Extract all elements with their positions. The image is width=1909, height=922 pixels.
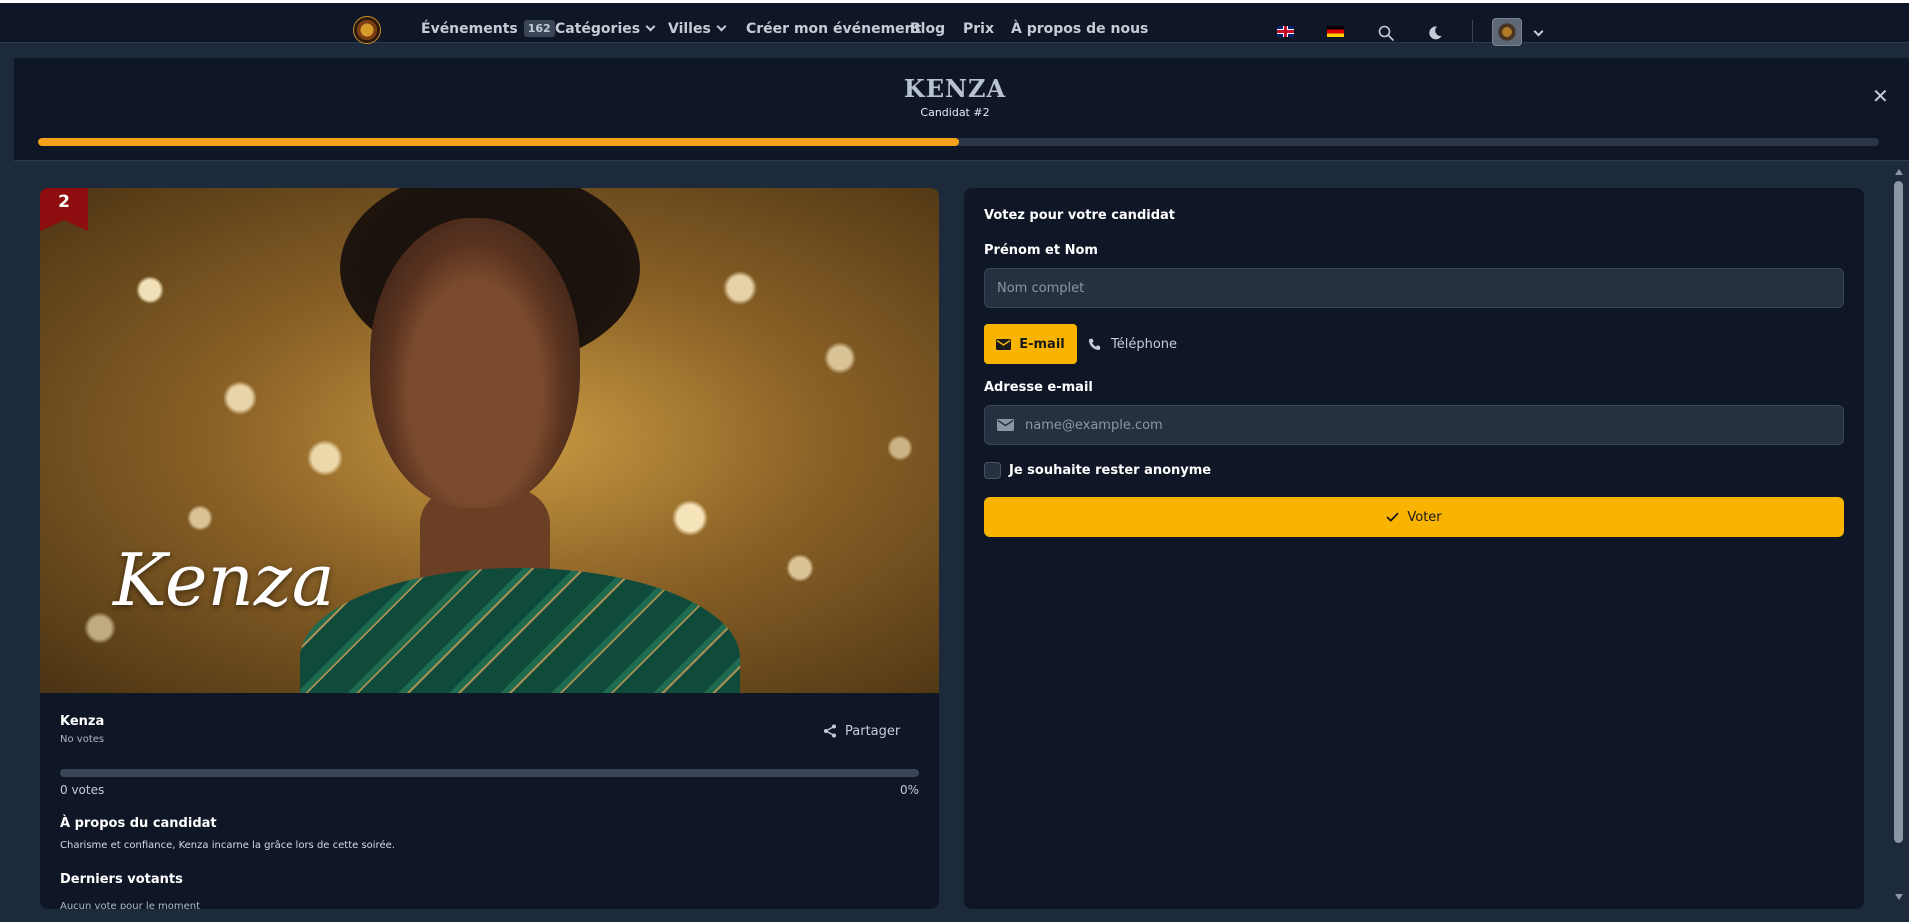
page-title: KENZA bbox=[903, 74, 1007, 103]
tab-phone[interactable]: Téléphone bbox=[1088, 324, 1177, 364]
tab-phone-label: Téléphone bbox=[1111, 336, 1178, 352]
recent-voters-empty: Aucun vote pour le moment bbox=[60, 901, 201, 909]
top-navbar: Événements 162 Catégories Villes Créer mo… bbox=[0, 0, 1909, 46]
de-flag-icon[interactable] bbox=[1327, 26, 1344, 37]
moon-icon[interactable] bbox=[1427, 25, 1443, 41]
nav-item-label: Prix bbox=[963, 21, 994, 37]
share-label: Partager bbox=[845, 723, 901, 739]
candidate-subtitle: Candidat #2 bbox=[920, 106, 990, 119]
nav-item-label: Catégories bbox=[555, 21, 641, 37]
nav-item-label: À propos de nous bbox=[1011, 21, 1149, 37]
about-text: Charisme et confiance, Kenza incarne la … bbox=[60, 840, 395, 851]
candidate-votes-status: No votes bbox=[60, 734, 105, 745]
vote-button[interactable]: Voter bbox=[984, 497, 1844, 537]
search-icon[interactable] bbox=[1378, 25, 1394, 41]
votes-percentage: 0% bbox=[899, 783, 919, 797]
phone-icon bbox=[1088, 338, 1101, 350]
tab-email[interactable]: E-mail bbox=[984, 324, 1077, 364]
candidate-card: Kenza 2 Kenza No votes Partager 0 votes … bbox=[40, 188, 939, 909]
scroll-up-icon[interactable] bbox=[1895, 169, 1903, 175]
progress-fill bbox=[38, 138, 959, 146]
chevron-down-icon[interactable] bbox=[1533, 26, 1544, 37]
about-title: À propos du candidat bbox=[60, 816, 217, 831]
anonymous-checkbox[interactable] bbox=[984, 462, 1001, 479]
name-label: Prénom et Nom bbox=[984, 243, 1098, 258]
name-input[interactable] bbox=[984, 268, 1844, 308]
vote-button-label: Voter bbox=[1407, 509, 1442, 525]
candidate-photo: Kenza 2 bbox=[40, 188, 939, 693]
candidate-header: KENZA Candidat #2 ✕ bbox=[14, 58, 1909, 161]
nav-item-categories[interactable]: Catégories bbox=[555, 17, 656, 41]
recent-voters-title: Derniers votants bbox=[60, 872, 183, 887]
email-label: Adresse e-mail bbox=[984, 380, 1093, 395]
envelope-icon bbox=[997, 419, 1014, 431]
photo-dress bbox=[300, 568, 740, 693]
share-button[interactable]: Partager bbox=[823, 721, 900, 741]
candidate-name: Kenza bbox=[60, 714, 105, 729]
nav-item-blog[interactable]: Blog bbox=[910, 17, 945, 41]
share-icon bbox=[824, 724, 836, 738]
nav-item-label: Événements bbox=[421, 21, 518, 37]
anonymous-label[interactable]: Je souhaite rester anonyme bbox=[1009, 463, 1211, 478]
event-logo-icon[interactable] bbox=[353, 16, 381, 44]
nav-item-creer-evenement[interactable]: Créer mon événement bbox=[746, 17, 921, 41]
nav-item-label: Villes bbox=[668, 21, 711, 37]
chevron-down-icon bbox=[645, 21, 656, 32]
nav-item-evenements[interactable]: Événements 162 bbox=[421, 17, 555, 41]
nav-divider bbox=[1472, 20, 1473, 42]
vote-form-title: Votez pour votre candidat bbox=[984, 208, 1175, 223]
candidate-number: 2 bbox=[58, 192, 70, 212]
nav-item-a-propos[interactable]: À propos de nous bbox=[1011, 17, 1148, 41]
votes-progress-bar bbox=[60, 769, 919, 777]
uk-flag-icon[interactable] bbox=[1277, 26, 1294, 37]
email-field-wrapper bbox=[984, 405, 1844, 445]
nav-item-villes[interactable]: Villes bbox=[668, 17, 727, 41]
check-icon bbox=[1386, 512, 1400, 522]
photo-face bbox=[370, 218, 580, 508]
avatar[interactable] bbox=[1492, 18, 1522, 46]
events-count-badge: 162 bbox=[523, 20, 555, 37]
nav-item-label: Créer mon événement bbox=[746, 21, 922, 37]
envelope-icon bbox=[996, 338, 1012, 350]
nav-item-label: Blog bbox=[910, 21, 946, 37]
chevron-down-icon bbox=[716, 21, 727, 32]
nav-item-prix[interactable]: Prix bbox=[963, 17, 994, 41]
scrollbar-thumb[interactable] bbox=[1894, 181, 1903, 843]
page-scrollbar[interactable] bbox=[1889, 163, 1909, 922]
email-field[interactable] bbox=[984, 405, 1844, 445]
vote-form: Votez pour votre candidat Prénom et Nom … bbox=[964, 188, 1864, 909]
scroll-down-icon[interactable] bbox=[1895, 894, 1903, 900]
close-icon[interactable]: ✕ bbox=[1872, 86, 1889, 106]
tab-email-label: E-mail bbox=[1019, 336, 1065, 352]
candidate-progress-bar bbox=[38, 138, 1879, 146]
photo-name-overlay: Kenza bbox=[113, 538, 335, 622]
